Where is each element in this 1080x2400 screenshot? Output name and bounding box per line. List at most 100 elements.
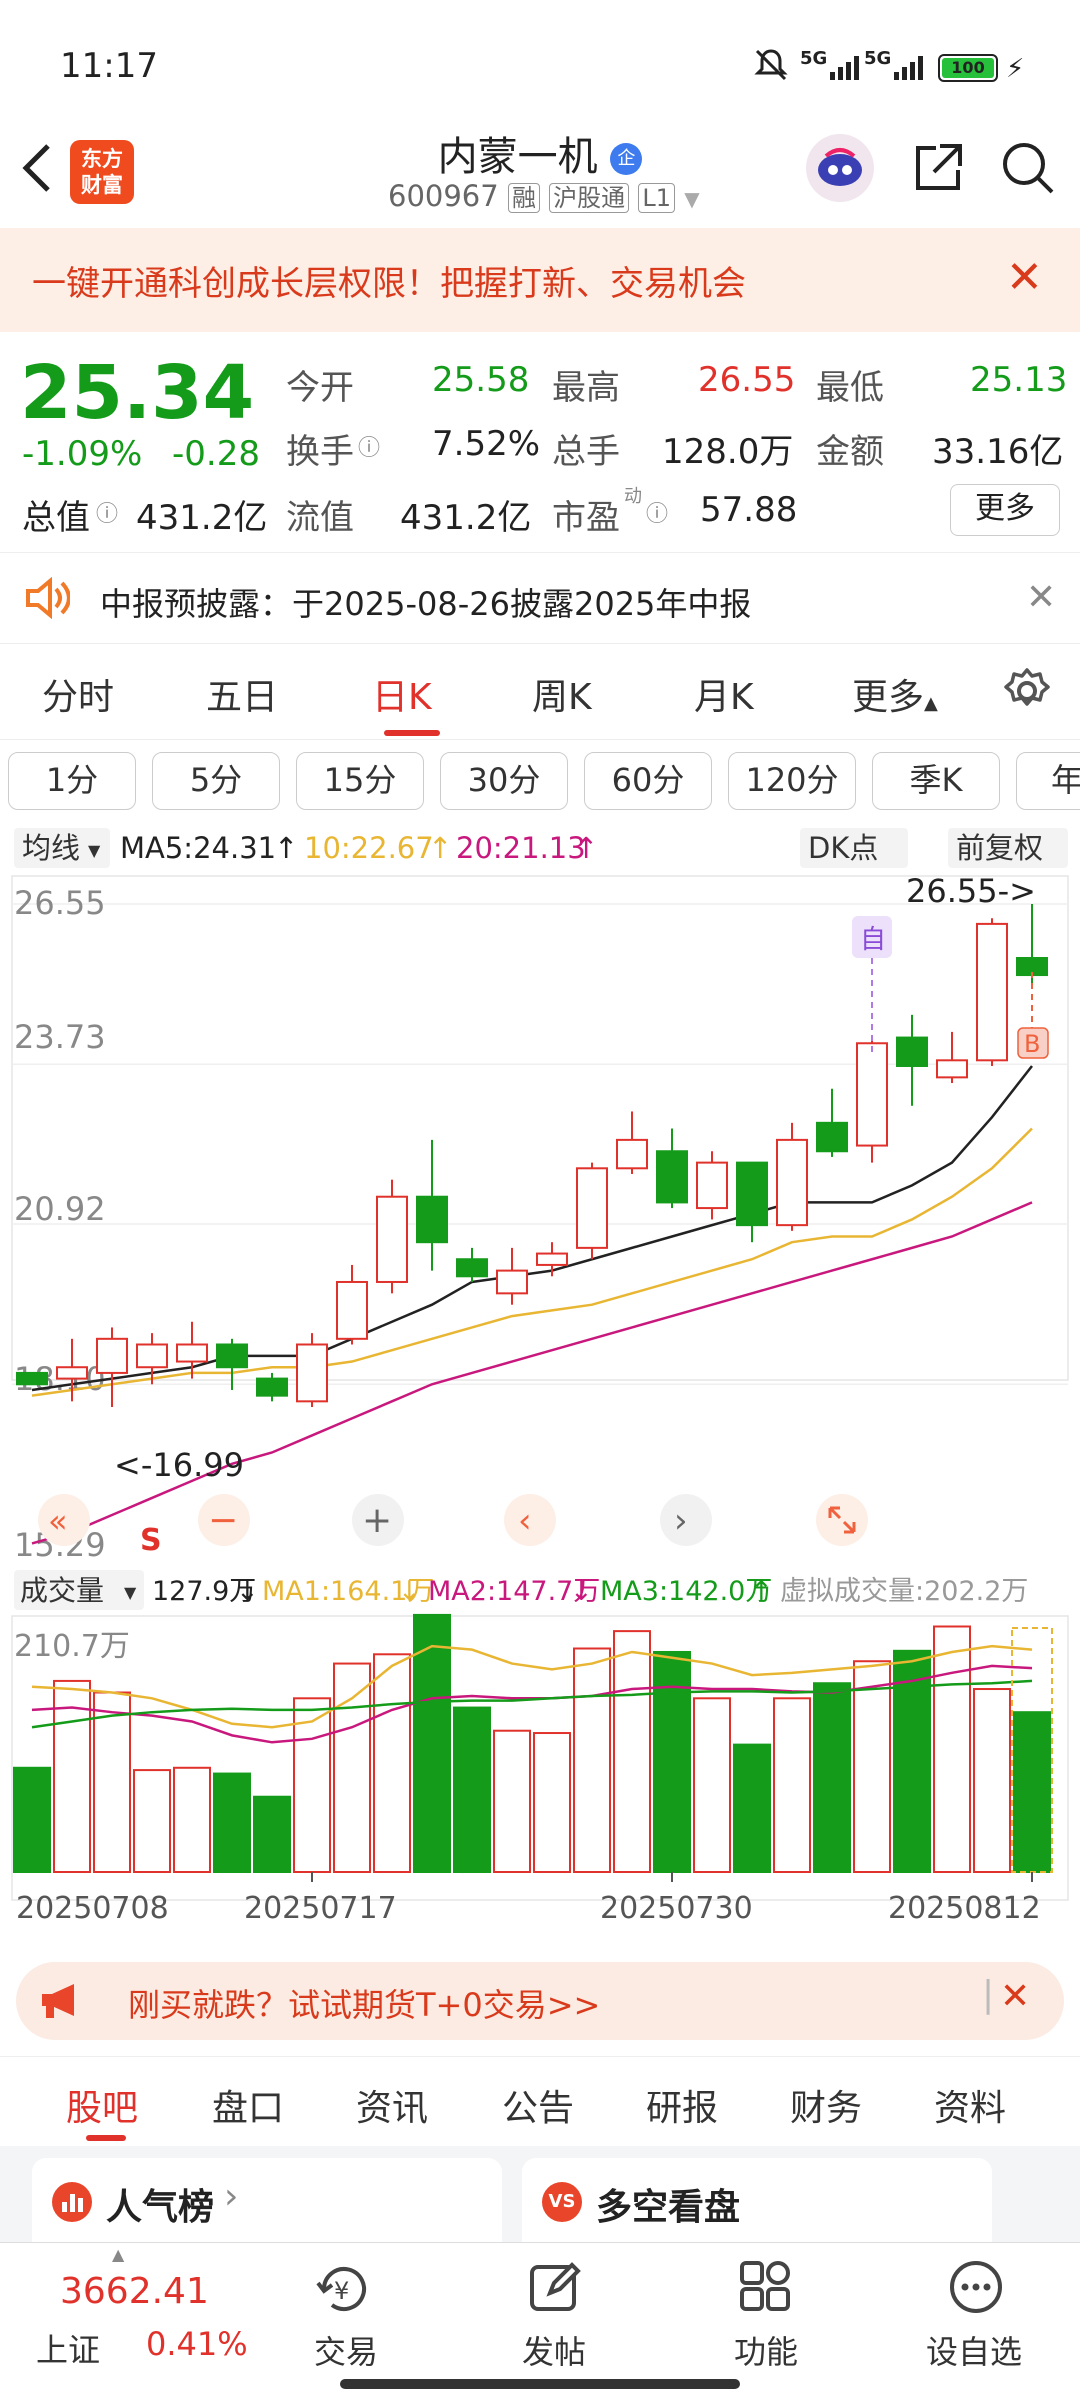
post-label[interactable]: 发帖 <box>522 2327 586 2373</box>
price-plot-frame <box>11 875 1069 1381</box>
trade-label[interactable]: 交易 <box>314 2327 378 2373</box>
fullscreen-button[interactable] <box>816 1494 868 1546</box>
volume-bar <box>613 1630 651 1873</box>
volume-bars <box>13 1613 1051 1874</box>
amount-label: 金额 <box>816 432 884 472</box>
volume-bar <box>813 1682 851 1873</box>
period-15m[interactable]: 15分 <box>296 752 424 810</box>
collapse-caret-icon[interactable]: ▲ <box>112 2245 124 2264</box>
volume-arrow-icon: ↓ <box>236 1576 259 1607</box>
tab-more-label: 更多 <box>852 677 925 718</box>
notice-bar[interactable]: 中报预披露：于2025-08-26披露2025年中报 ✕ <box>0 552 1080 644</box>
candle-body <box>296 1343 328 1403</box>
candle-body <box>376 1195 408 1283</box>
active-tab-indicator <box>384 730 440 736</box>
low-annotation: <-16.99 <box>114 1446 244 1484</box>
versus-icon: VS <box>542 2182 582 2222</box>
popularity-card[interactable]: 人气榜 › <box>32 2158 502 2242</box>
candle-body <box>336 1280 368 1340</box>
clock: 11:17 <box>60 46 158 86</box>
stock-code-line[interactable]: 600967 融 沪股通 L1 ▼ <box>388 178 700 213</box>
ranking-icon <box>52 2182 92 2222</box>
add-watchlist-label[interactable]: 设自选 <box>926 2327 1022 2373</box>
amount-value: 33.16亿 <box>932 432 1064 472</box>
trade-icon[interactable]: ¥ <box>310 2259 380 2319</box>
period-1m[interactable]: 1分 <box>8 752 136 810</box>
pe-info-icon[interactable]: ⓘ <box>646 496 668 528</box>
candle-body <box>616 1138 648 1170</box>
tab-news[interactable]: 资讯 <box>356 2079 428 2131</box>
bull-bear-card[interactable]: VS 多空看盘 <box>522 2158 992 2242</box>
tab-more[interactable]: 更多▲ <box>852 668 938 720</box>
turnover-label: 换手 <box>286 432 354 472</box>
tab-monthly-k[interactable]: 月K <box>694 668 754 720</box>
robot-assistant-icon[interactable] <box>806 134 874 202</box>
plus-icon: + <box>362 1500 392 1541</box>
close-icon[interactable]: ✕ <box>1006 252 1043 303</box>
volume-bar <box>333 1662 371 1873</box>
period-30m[interactable]: 30分 <box>440 752 568 810</box>
index-value[interactable]: 3662.41 <box>60 2271 209 2312</box>
volume-bar <box>693 1697 731 1874</box>
tab-profile[interactable]: 资料 <box>934 2079 1006 2131</box>
share-icon[interactable] <box>908 138 968 202</box>
ma5-arrow-icon: ↑ <box>274 831 298 865</box>
tab-daily-k[interactable]: 日K <box>372 668 432 720</box>
pe-label: 市盈 <box>552 498 620 538</box>
volume-bar <box>453 1706 491 1874</box>
bottom-toolbar: ▲ 3662.41 上证 0.41% ¥ 交易 发帖 功能 设自选 <box>0 2242 1080 2400</box>
functions-label[interactable]: 功能 <box>734 2327 798 2373</box>
notice-close-icon[interactable]: ✕ <box>1026 577 1056 618</box>
tab-weekly-k[interactable]: 周K <box>532 668 592 720</box>
period-60m[interactable]: 60分 <box>584 752 712 810</box>
virtual-volume-legend: 虚拟成交量:202.2万 <box>780 1576 1028 1607</box>
ma-type-label: 均线 <box>22 831 80 865</box>
search-icon[interactable] <box>998 138 1058 202</box>
tab-forum[interactable]: 股吧 <box>66 2079 138 2131</box>
candle-body <box>816 1121 848 1153</box>
dropdown-icon: ▼ <box>684 187 700 211</box>
adjust-label: 前复权 <box>956 831 1043 865</box>
enterprise-badge-icon: 企 <box>610 143 643 175</box>
tab-financials[interactable]: 财务 <box>790 2079 862 2131</box>
volume-bar <box>133 1769 171 1874</box>
content-tab-indicator <box>86 2135 126 2141</box>
signal-label-1: 5G <box>800 48 828 69</box>
more-dots-icon[interactable] <box>948 2259 1004 2319</box>
tab-research[interactable]: 研报 <box>646 2079 718 2131</box>
home-indicator <box>340 2379 740 2389</box>
period-quarter[interactable]: 季K <box>872 752 1000 810</box>
signal-icon-2 <box>894 54 930 84</box>
ma5-legend: MA5:24.31 <box>120 831 276 865</box>
info-icon[interactable]: ⓘ <box>96 496 118 528</box>
feature-cards: 人气榜 › VS 多空看盘 <box>0 2146 1080 2242</box>
post-icon[interactable] <box>528 2259 584 2319</box>
period-120m[interactable]: 120分 <box>728 752 856 810</box>
period-5m[interactable]: 5分 <box>152 752 280 810</box>
ma-type-dropdown-icon: ▼ <box>88 841 101 860</box>
index-pct: 0.41% <box>146 2325 248 2363</box>
tab-announcements[interactable]: 公告 <box>502 2079 574 2131</box>
futures-ad-bar[interactable]: 刚买就跌？试试期货T+0交易>> | ✕ <box>16 1962 1064 2040</box>
period-year[interactable]: 年 <box>1016 752 1080 810</box>
chevron-right-icon: › <box>674 1501 688 1541</box>
candle-body <box>776 1138 808 1227</box>
tab-five-day[interactable]: 五日 <box>206 668 278 720</box>
kline-chart[interactable]: 均线 ▼ MA5:24.31 ↑ 10:22.67 ↑ 20:21.13 ↑ D… <box>0 820 1080 1950</box>
settings-gear-icon[interactable] <box>1002 666 1052 720</box>
ad-close-icon[interactable]: ✕ <box>1000 1976 1030 2017</box>
more-button[interactable]: 更多 <box>950 484 1060 536</box>
low-label: 最低 <box>816 368 884 408</box>
candle-body <box>976 922 1008 1062</box>
candle-body <box>56 1366 88 1380</box>
functions-grid-icon[interactable] <box>738 2259 794 2319</box>
stock-name: 内蒙一机 <box>437 134 598 180</box>
date-axis: 20250708 20250717 20250730 20250812 <box>16 1872 1041 1926</box>
promo-banner[interactable]: 一键开通科创成长层权限！把握打新、交易机会 ✕ <box>0 228 1080 332</box>
ad-divider: | <box>982 1974 995 2015</box>
stock-code: 600967 <box>388 179 499 213</box>
tab-intraday[interactable]: 分时 <box>42 668 114 720</box>
turnover-info-icon[interactable]: ⓘ <box>358 430 380 462</box>
tab-market-depth[interactable]: 盘口 <box>212 2079 284 2131</box>
high-annotation: 26.55-> <box>906 872 1036 910</box>
